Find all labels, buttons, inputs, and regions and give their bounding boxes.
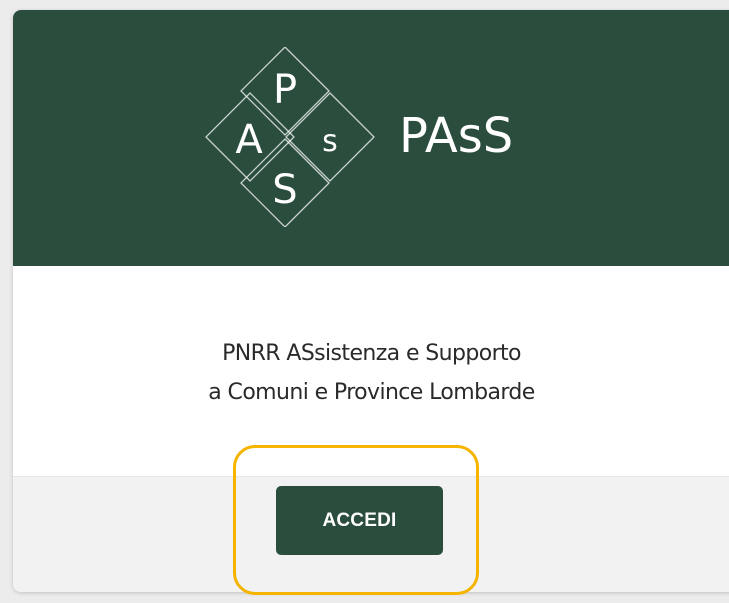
description-line-2: a Comuni e Province Lombarde (208, 380, 535, 405)
description-line-1: PNRR ASsistenza e Supporto (222, 341, 521, 366)
logo-wordmark: PAsS (399, 108, 513, 164)
pass-logo-icon: P A s S PAsS (205, 47, 513, 227)
logo-letter-s: S (272, 167, 297, 213)
card-description: PNRR ASsistenza e Supporto a Comuni e Pr… (13, 334, 729, 412)
accedi-button[interactable]: ACCEDI (276, 486, 443, 555)
card-header: P A s S PAsS (13, 10, 729, 266)
pass-logo: P A s S PAsS (203, 47, 583, 227)
logo-letter-p: P (273, 67, 297, 113)
logo-letter-s-small: s (322, 124, 338, 159)
logo-letter-a: A (235, 117, 263, 163)
